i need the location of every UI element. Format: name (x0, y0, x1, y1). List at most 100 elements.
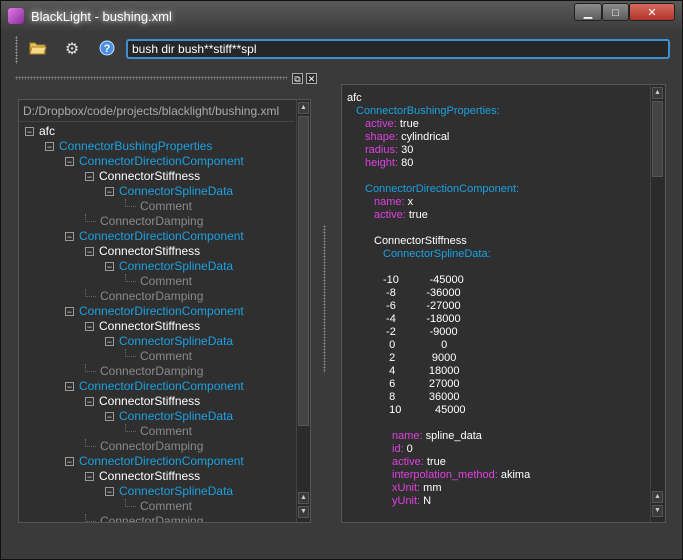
tree-item[interactable]: Comment (125, 199, 192, 214)
tree-expander[interactable]: − (85, 322, 94, 332)
tree-connector (85, 289, 96, 297)
toolbar-grip[interactable] (15, 36, 18, 64)
tree-expander[interactable]: − (105, 187, 114, 197)
tree-item-label: ConnectorDirectionComponent (79, 229, 244, 243)
yaml-value: -8 -36000 (383, 287, 461, 299)
scroll-thumb[interactable] (298, 116, 309, 426)
tree-item[interactable]: − ConnectorDirectionComponent (65, 379, 244, 394)
tree-item-label: ConnectorDirectionComponent (79, 304, 244, 318)
minimize-button[interactable]: ▁ (574, 3, 602, 21)
tree-expander[interactable]: − (65, 232, 74, 242)
tree-item[interactable]: − ConnectorStiffness (85, 394, 200, 409)
scroll-down-button[interactable]: ▼ (298, 506, 309, 518)
yaml-key: name: (374, 196, 405, 208)
tree-item[interactable]: − ConnectorSplineData (105, 409, 233, 424)
tree-item[interactable]: − afc (25, 124, 55, 139)
float-button[interactable]: ⧉ (292, 73, 303, 84)
panel-splitter[interactable] (323, 225, 326, 373)
tree-expander[interactable]: − (85, 172, 94, 182)
tree-item[interactable]: − ConnectorDirectionComponent (65, 304, 244, 319)
tree-item[interactable]: ConnectorDamping (85, 439, 203, 454)
tree-item[interactable]: ConnectorDamping (85, 364, 203, 379)
scroll-up-button[interactable]: ▲ (652, 87, 663, 99)
tree-item[interactable]: − ConnectorBushingProperties (45, 139, 212, 154)
tree-item[interactable]: ConnectorDamping (85, 514, 203, 522)
tree-expander[interactable]: − (25, 127, 34, 137)
tree-item-label: ConnectorSplineData (119, 259, 234, 273)
tree-item[interactable]: − ConnectorStiffness (85, 244, 200, 259)
tree-item-label: ConnectorSplineData (119, 334, 234, 348)
tree-item[interactable]: Comment (125, 349, 192, 364)
tree-expander[interactable]: − (65, 457, 74, 467)
tree-item[interactable]: − ConnectorSplineData (105, 184, 233, 199)
document-scrollbar[interactable]: ▲ ▲ ▼ (650, 85, 664, 522)
tree-item-label: Comment (140, 199, 193, 213)
tree-expander[interactable]: − (65, 157, 74, 167)
tree-item[interactable]: − ConnectorDirectionComponent (65, 154, 244, 169)
tree-item[interactable]: − ConnectorDirectionComponent (65, 454, 244, 469)
tree-item[interactable]: Comment (125, 499, 192, 514)
tree-expander[interactable]: − (45, 142, 54, 152)
document-line: -6 -27000 (383, 299, 461, 313)
tree-connector (125, 274, 136, 282)
maximize-button[interactable]: □ (602, 3, 629, 21)
scroll-down-button[interactable]: ▼ (652, 505, 663, 517)
document-line: active: true (365, 117, 419, 131)
tree-item[interactable]: Comment (125, 274, 192, 289)
yaml-key: xUnit: (392, 482, 421, 494)
svg-text:?: ? (104, 43, 111, 55)
close-button[interactable]: ✕ (629, 3, 675, 21)
tree-expander[interactable]: − (85, 247, 94, 257)
tree-expander[interactable]: − (65, 382, 74, 392)
tree-expander[interactable]: − (105, 337, 114, 347)
tree-item-label: ConnectorDamping (100, 439, 204, 453)
document-line: id: 0 (392, 442, 413, 456)
tree-item[interactable]: − ConnectorDirectionComponent (65, 229, 244, 244)
tree-item[interactable]: − ConnectorStiffness (85, 319, 200, 334)
tree-item[interactable]: − ConnectorStiffness (85, 169, 200, 184)
document-line: name: spline_data (392, 429, 482, 443)
tree-connector (85, 364, 96, 372)
tree-item-label: ConnectorDamping (100, 289, 204, 303)
yaml-key: radius: (365, 144, 399, 156)
scroll-up-button[interactable]: ▲ (298, 102, 309, 114)
tree-item[interactable]: − ConnectorSplineData (105, 334, 233, 349)
tree-item-label: ConnectorStiffness (99, 169, 201, 183)
tree-item-label: Comment (140, 349, 193, 363)
document-line: -8 -36000 (383, 286, 461, 300)
file-path-label: D:/Dropbox/code/projects/blacklight/bush… (19, 100, 294, 122)
help-icon[interactable]: ? (97, 40, 117, 60)
tree-expander[interactable]: − (105, 487, 114, 497)
dock-close-button[interactable]: ✕ (306, 73, 317, 84)
tree-expander[interactable]: − (65, 307, 74, 317)
dock-grip[interactable] (15, 76, 287, 80)
tree-connector (85, 214, 96, 222)
tree-item[interactable]: ConnectorDamping (85, 214, 203, 229)
folder-open-icon[interactable] (28, 40, 48, 60)
scroll-thumb[interactable] (652, 101, 663, 177)
yaml-value: ConnectorSplineData: (383, 248, 491, 260)
tree-item[interactable]: ConnectorDamping (85, 289, 203, 304)
tree-scrollbar[interactable]: ▲ ▲ ▼ (296, 100, 310, 522)
yaml-value: 10 45000 (383, 404, 466, 416)
tree-item[interactable]: − ConnectorStiffness (85, 469, 200, 484)
command-input[interactable] (126, 39, 670, 59)
document-line: 4 18000 (383, 364, 459, 378)
tree-expander[interactable]: − (105, 262, 114, 272)
dock-title-bar[interactable]: ⧉ ✕ (15, 73, 320, 84)
tree-expander[interactable]: − (85, 397, 94, 407)
scroll-up-button-lower[interactable]: ▲ (298, 492, 309, 504)
yaml-key: name: (392, 430, 423, 442)
tree-item-label: ConnectorDirectionComponent (79, 379, 244, 393)
tree-item[interactable]: Comment (125, 424, 192, 439)
tree-item-label: ConnectorBushingProperties (59, 139, 213, 153)
title-bar[interactable]: BlackLight - bushing.xml ▁ □ ✕ (1, 1, 682, 31)
tree-item[interactable]: − ConnectorSplineData (105, 259, 233, 274)
scroll-up-button-lower[interactable]: ▲ (652, 491, 663, 503)
tree-item[interactable]: − ConnectorSplineData (105, 484, 233, 499)
gear-icon[interactable]: ⚙ (62, 40, 82, 60)
tree-expander[interactable]: − (105, 412, 114, 422)
tree-connector (125, 199, 136, 207)
tree-expander[interactable]: − (85, 472, 94, 482)
toolbar: ⚙ ? (8, 32, 676, 67)
